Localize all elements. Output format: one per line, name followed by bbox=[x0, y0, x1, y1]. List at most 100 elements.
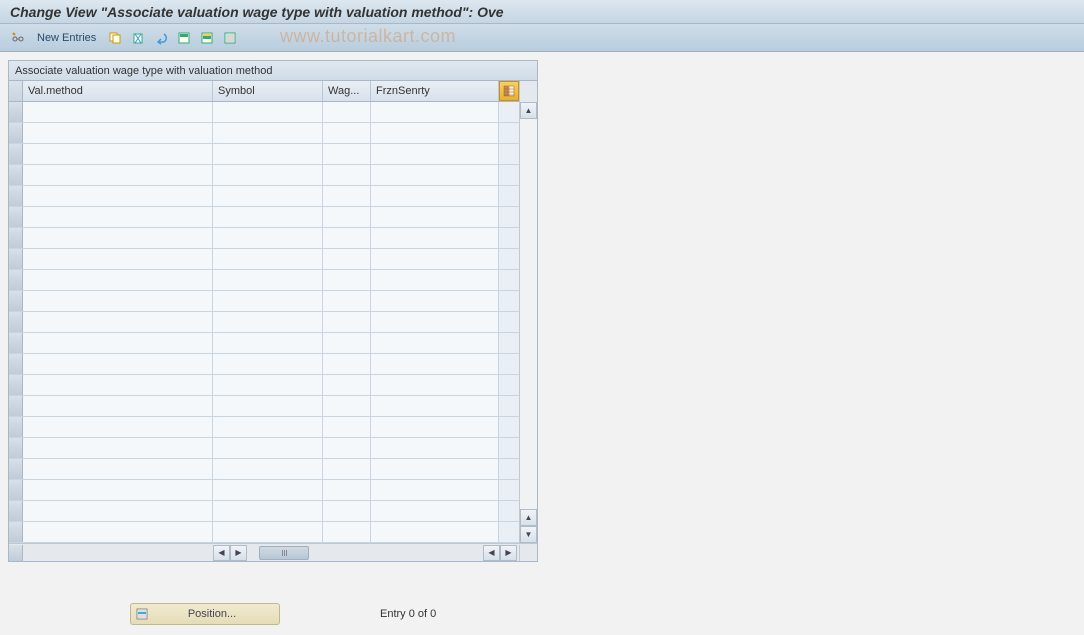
scroll-up-button[interactable]: ▲ bbox=[520, 102, 537, 119]
cell-valmethod[interactable] bbox=[23, 417, 213, 437]
cell-valmethod[interactable] bbox=[23, 207, 213, 227]
row-selector[interactable] bbox=[9, 354, 23, 374]
cell-valmethod[interactable] bbox=[23, 438, 213, 458]
cell-frzn[interactable] bbox=[371, 102, 499, 122]
row-selector[interactable] bbox=[9, 249, 23, 269]
cell-valmethod[interactable] bbox=[23, 354, 213, 374]
cell-frzn[interactable] bbox=[371, 375, 499, 395]
cell-frzn[interactable] bbox=[371, 459, 499, 479]
row-selector[interactable] bbox=[9, 417, 23, 437]
row-selector-header[interactable] bbox=[9, 81, 23, 101]
cell-frzn[interactable] bbox=[371, 501, 499, 521]
h-scroll-thumb[interactable] bbox=[259, 546, 309, 560]
row-selector[interactable] bbox=[9, 144, 23, 164]
row-selector[interactable] bbox=[9, 333, 23, 353]
cell-valmethod[interactable] bbox=[23, 291, 213, 311]
cell-symbol[interactable] bbox=[213, 459, 323, 479]
cell-wag[interactable] bbox=[323, 501, 371, 521]
cell-wag[interactable] bbox=[323, 165, 371, 185]
copy-button[interactable] bbox=[105, 28, 125, 48]
row-selector[interactable] bbox=[9, 312, 23, 332]
cell-wag[interactable] bbox=[323, 522, 371, 542]
cell-wag[interactable] bbox=[323, 144, 371, 164]
row-selector[interactable] bbox=[9, 459, 23, 479]
cell-valmethod[interactable] bbox=[23, 312, 213, 332]
cell-wag[interactable] bbox=[323, 186, 371, 206]
cell-symbol[interactable] bbox=[213, 480, 323, 500]
row-selector[interactable] bbox=[9, 375, 23, 395]
cell-valmethod[interactable] bbox=[23, 123, 213, 143]
row-selector[interactable] bbox=[9, 396, 23, 416]
cell-symbol[interactable] bbox=[213, 354, 323, 374]
row-selector[interactable] bbox=[9, 501, 23, 521]
cell-frzn[interactable] bbox=[371, 333, 499, 353]
cell-wag[interactable] bbox=[323, 333, 371, 353]
cell-wag[interactable] bbox=[323, 312, 371, 332]
scroll-down-button[interactable]: ▲ bbox=[520, 509, 537, 526]
scroll-track-v[interactable] bbox=[520, 119, 537, 509]
row-selector[interactable] bbox=[9, 207, 23, 227]
cell-symbol[interactable] bbox=[213, 249, 323, 269]
delete-button[interactable] bbox=[128, 28, 148, 48]
cell-symbol[interactable] bbox=[213, 165, 323, 185]
cell-symbol[interactable] bbox=[213, 375, 323, 395]
cell-valmethod[interactable] bbox=[23, 270, 213, 290]
row-selector[interactable] bbox=[9, 102, 23, 122]
h-scroll-left-1[interactable]: ◀ bbox=[213, 545, 230, 561]
cell-frzn[interactable] bbox=[371, 522, 499, 542]
row-selector[interactable] bbox=[9, 228, 23, 248]
new-entries-button[interactable]: New Entries bbox=[31, 30, 102, 46]
h-scroll-right-2[interactable]: ▶ bbox=[500, 545, 517, 561]
cell-symbol[interactable] bbox=[213, 438, 323, 458]
cell-wag[interactable] bbox=[323, 102, 371, 122]
cell-frzn[interactable] bbox=[371, 354, 499, 374]
cell-valmethod[interactable] bbox=[23, 186, 213, 206]
row-selector[interactable] bbox=[9, 438, 23, 458]
cell-frzn[interactable] bbox=[371, 270, 499, 290]
cell-frzn[interactable] bbox=[371, 144, 499, 164]
cell-valmethod[interactable] bbox=[23, 165, 213, 185]
cell-valmethod[interactable] bbox=[23, 480, 213, 500]
cell-symbol[interactable] bbox=[213, 522, 323, 542]
column-header-wag[interactable]: Wag... bbox=[323, 81, 371, 101]
column-header-valmethod[interactable]: Val.method bbox=[23, 81, 213, 101]
cell-symbol[interactable] bbox=[213, 396, 323, 416]
cell-valmethod[interactable] bbox=[23, 522, 213, 542]
position-button[interactable]: Position... bbox=[130, 603, 280, 625]
cell-symbol[interactable] bbox=[213, 144, 323, 164]
cell-wag[interactable] bbox=[323, 396, 371, 416]
row-selector[interactable] bbox=[9, 123, 23, 143]
cell-symbol[interactable] bbox=[213, 102, 323, 122]
cell-frzn[interactable] bbox=[371, 291, 499, 311]
cell-symbol[interactable] bbox=[213, 207, 323, 227]
cell-frzn[interactable] bbox=[371, 312, 499, 332]
undo-button[interactable] bbox=[151, 28, 171, 48]
cell-symbol[interactable] bbox=[213, 501, 323, 521]
cell-valmethod[interactable] bbox=[23, 501, 213, 521]
cell-wag[interactable] bbox=[323, 291, 371, 311]
select-all-button[interactable] bbox=[174, 28, 194, 48]
h-scroll-left-2[interactable]: ◀ bbox=[483, 545, 500, 561]
scroll-down-button-2[interactable]: ▼ bbox=[520, 526, 537, 543]
cell-frzn[interactable] bbox=[371, 417, 499, 437]
cell-valmethod[interactable] bbox=[23, 459, 213, 479]
cell-frzn[interactable] bbox=[371, 249, 499, 269]
cell-symbol[interactable] bbox=[213, 333, 323, 353]
cell-wag[interactable] bbox=[323, 207, 371, 227]
cell-wag[interactable] bbox=[323, 249, 371, 269]
select-block-button[interactable] bbox=[197, 28, 217, 48]
cell-symbol[interactable] bbox=[213, 228, 323, 248]
cell-valmethod[interactable] bbox=[23, 228, 213, 248]
cell-wag[interactable] bbox=[323, 270, 371, 290]
cell-symbol[interactable] bbox=[213, 123, 323, 143]
cell-wag[interactable] bbox=[323, 417, 371, 437]
h-scroll-right-1[interactable]: ▶ bbox=[230, 545, 247, 561]
cell-frzn[interactable] bbox=[371, 438, 499, 458]
deselect-button[interactable] bbox=[220, 28, 240, 48]
cell-wag[interactable] bbox=[323, 438, 371, 458]
cell-symbol[interactable] bbox=[213, 312, 323, 332]
cell-symbol[interactable] bbox=[213, 291, 323, 311]
row-selector[interactable] bbox=[9, 291, 23, 311]
cell-wag[interactable] bbox=[323, 459, 371, 479]
cell-frzn[interactable] bbox=[371, 123, 499, 143]
